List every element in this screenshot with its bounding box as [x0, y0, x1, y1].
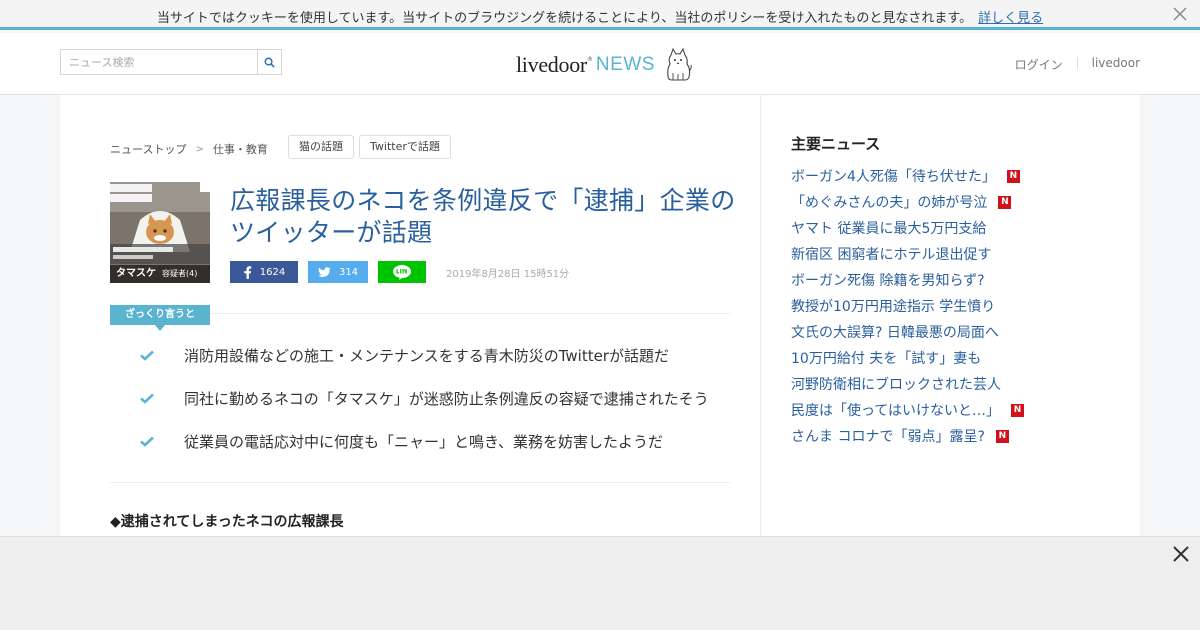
article-thumbnail[interactable]: タマスケ 容疑者(4)	[110, 182, 210, 283]
logo-news-text: NEWS	[595, 54, 655, 75]
ad-overlay	[0, 536, 1200, 630]
news-item[interactable]: さんま コロナで「弱点」露呈? N	[791, 423, 1024, 449]
close-icon[interactable]	[1172, 6, 1188, 22]
new-badge: N	[1006, 169, 1020, 183]
news-item-label: ボーガン4人死傷「待ち伏せた」	[791, 169, 996, 185]
news-item[interactable]: 民度は「使ってはいけないと…」 N	[791, 397, 1025, 423]
cookie-consent-bar: 当サイトではクッキーを使用しています。当サイトのブラウジングを続けることにより、…	[0, 0, 1200, 30]
new-badge: N	[995, 429, 1009, 443]
thumbnail-caption: タマスケ 容疑者(4)	[110, 265, 210, 283]
article-column: ニューストップ > 仕事・教育 猫の話題 Twitterで話題 タマスケ 容疑者(…	[60, 95, 760, 536]
facebook-share-button[interactable]: 1624	[230, 261, 298, 283]
login-link[interactable]: ログイン	[1015, 56, 1063, 73]
news-item[interactable]: 新宿区 困窮者にホテル退出促す	[791, 241, 1024, 267]
nav-divider	[1076, 57, 1078, 69]
news-item-label: さんま コロナで「弱点」露呈?	[791, 429, 985, 445]
article-subheading: ◆逮捕されてしまったネコの広報課長	[110, 514, 344, 530]
news-item-label: 新宿区 困窮者にホテル退出促す	[791, 247, 992, 263]
cookie-message: 当サイトではクッキーを使用しています。当サイトのブラウジングを続けることにより、…	[0, 7, 1200, 26]
summary-item: 従業員の電話応対中に何度も「ニャー」と鳴き、業務を妨害したようだ	[140, 431, 730, 474]
close-icon[interactable]	[1172, 545, 1190, 563]
news-item[interactable]: ボーガン4人死傷「待ち伏せた」 N	[791, 163, 1024, 189]
breadcrumb-news-top[interactable]: ニューストップ	[110, 141, 186, 157]
new-badge: N	[998, 195, 1012, 209]
summary-divider-bottom	[110, 482, 730, 483]
breadcrumb: ニューストップ > 仕事・教育	[110, 141, 268, 157]
summary-list: 消防用設備などの施工・メンテナンスをする青木防災のTwitterが話題だ 同社に…	[140, 345, 730, 474]
news-item-label: 河野防衛相にブロックされた芸人	[791, 377, 1001, 393]
checkmark-icon	[140, 393, 154, 404]
news-item-label: 民度は「使ってはいけないと…」	[791, 403, 1001, 419]
top-news-list: ボーガン4人死傷「待ち伏せた」 N 「めぐみさんの夫」の姉が号泣 N ヤマト 従業員に最…	[791, 163, 1025, 449]
summary-text: 従業員の電話応対中に何度も「ニャー」と鳴き、業務を妨害したようだ	[184, 433, 663, 451]
summary-label-pointer	[155, 325, 165, 331]
breadcrumb-separator: >	[195, 143, 204, 155]
livedoor-link[interactable]: livedoor	[1092, 56, 1140, 73]
twitter-share-button[interactable]: 314	[308, 261, 368, 283]
summary-item: 同社に勤めるネコの「タマスケ」が迷惑防止条例違反の容疑で逮捕されたそう	[140, 388, 730, 431]
line-icon	[393, 265, 411, 280]
search-button[interactable]	[257, 50, 281, 74]
logo-wordmark: livedoor	[516, 52, 587, 77]
news-item-label: 「めぐみさんの夫」の姉が号泣	[791, 195, 988, 211]
checkmark-icon	[140, 350, 154, 361]
topic-tags: 猫の話題 Twitterで話題	[288, 135, 456, 159]
breadcrumb-category[interactable]: 仕事・教育	[213, 141, 268, 157]
tag-twitter-topic[interactable]: Twitterで話題	[359, 135, 451, 159]
twitter-icon	[317, 266, 331, 277]
search-box	[60, 49, 282, 75]
news-item[interactable]: ボーガン死傷 除籍を男知らず?	[791, 267, 1024, 293]
news-item-label: 教授が10万円用途指示 学生憤り	[791, 299, 996, 315]
sidebar: 主要ニュース ボーガン4人死傷「待ち伏せた」 N 「めぐみさんの夫」の姉が号泣 N ヤマ…	[760, 95, 1140, 536]
news-item-label: ボーガン死傷 除籍を男知らず?	[791, 273, 985, 289]
publish-date: 2019年8月28日 15時51分	[446, 268, 570, 280]
news-item-label: 文氏の大誤算? 日韓最悪の局面へ	[791, 325, 999, 341]
news-item[interactable]: 「めぐみさんの夫」の姉が号泣 N	[791, 189, 1024, 215]
summary-item: 消防用設備などの施工・メンテナンスをする青木防災のTwitterが話題だ	[140, 345, 730, 388]
dog-mascot-icon	[667, 47, 692, 81]
facebook-icon	[244, 265, 251, 279]
news-item[interactable]: 教授が10万円用途指示 学生憤り	[791, 293, 1024, 319]
line-share-button[interactable]	[378, 261, 426, 283]
sidebar-title: 主要ニュース	[791, 135, 881, 153]
cookie-text: 当サイトではクッキーを使用しています。当サイトのブラウジングを続けることにより、…	[156, 11, 973, 26]
search-input[interactable]	[61, 50, 257, 74]
logo-registered-mark: ®	[586, 55, 593, 63]
facebook-share-count: 1624	[259, 266, 286, 278]
news-item-label: 10万円給付 夫を「試す」妻も	[791, 351, 982, 367]
checkmark-icon	[140, 436, 154, 447]
news-item-label: ヤマト 従業員に最大5万円支給	[791, 221, 987, 237]
summary-divider-top	[210, 313, 730, 314]
share-bar: 1624 314 2019年8月28日 15時51分	[230, 261, 569, 283]
thumbnail-caption-name: タマスケ	[116, 268, 156, 279]
twitter-share-count: 314	[338, 266, 359, 278]
news-item[interactable]: ヤマト 従業員に最大5万円支給	[791, 215, 1024, 241]
search-icon	[264, 57, 275, 68]
summary-label: ざっくり言うと	[110, 305, 210, 325]
thumbnail-caption-sub: 容疑者(4)	[162, 269, 198, 278]
news-item[interactable]: 10万円給付 夫を「試す」妻も	[791, 345, 1024, 371]
new-badge: N	[1011, 403, 1025, 417]
cookie-learn-more-link[interactable]: 詳しく見る	[978, 11, 1043, 26]
news-item[interactable]: 文氏の大誤算? 日韓最悪の局面へ	[791, 319, 1024, 345]
news-item[interactable]: 河野防衛相にブロックされた芸人	[791, 371, 1024, 397]
article-title: 広報課長のネコを条例違反で「逮捕」企業のツイッターが話題	[230, 186, 736, 247]
tag-cat-topic[interactable]: 猫の話題	[288, 135, 354, 159]
site-logo[interactable]: livedoor ® NEWS	[516, 45, 693, 85]
summary-text: 消防用設備などの施工・メンテナンスをする青木防災のTwitterが話題だ	[184, 347, 669, 365]
site-header: livedoor®NEWS ログイン livedoor	[0, 33, 1200, 95]
header-nav: ログイン livedoor	[1015, 56, 1140, 73]
summary-text: 同社に勤めるネコの「タマスケ」が迷惑防止条例違反の容疑で逮捕されたそう	[184, 390, 709, 408]
